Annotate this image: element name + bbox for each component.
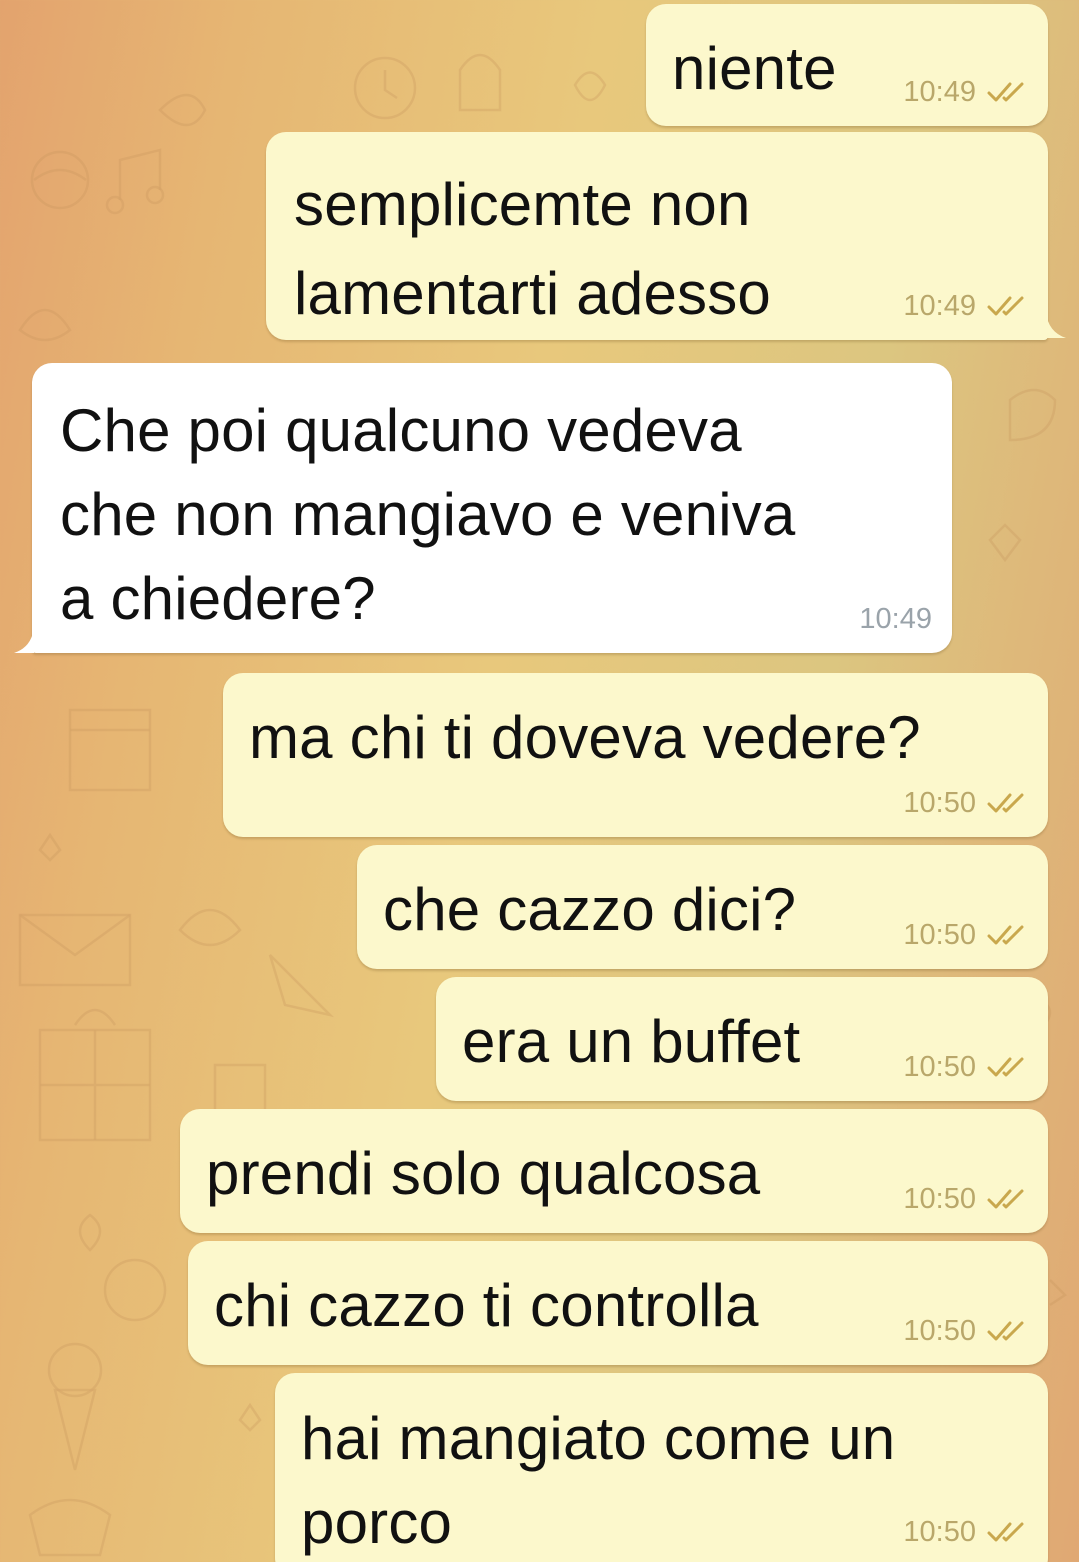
message-text: semplicemte non lamentarti adesso [294,171,771,327]
message-time: 10:50 [903,918,976,951]
message-bubble-incoming[interactable]: Che poi qualcuno vedeva che non mangiavo… [32,363,952,653]
double-check-icon [987,793,1024,813]
message-bubble-outgoing[interactable]: ma chi ti doveva vedere? 10:50 [223,673,1048,837]
bubble-tail [14,627,34,653]
message-text: hai mangiato come un porco [301,1405,896,1556]
message-meta: 10:49 [903,76,1028,108]
message-text: Che poi qualcuno vedeva che non mangiavo… [60,397,796,632]
message-bubble-outgoing[interactable]: hai mangiato come un porco 10:50 [275,1373,1048,1562]
message-time: 10:50 [903,1050,976,1083]
message-meta: 10:50 [903,919,1028,951]
message-time: 10:50 [903,1182,976,1215]
double-check-icon [987,925,1024,945]
message-bubble-outgoing[interactable]: prendi solo qualcosa 10:50 [180,1109,1048,1233]
message-text: ma chi ti doveva vedere? [249,704,921,771]
message-bubble-outgoing[interactable]: niente 10:49 [646,4,1048,126]
message-text: prendi solo qualcosa [206,1140,761,1207]
message-meta: 10:49 [903,290,1028,322]
double-check-icon [987,1189,1024,1209]
double-check-icon [987,1057,1024,1077]
message-bubble-outgoing[interactable]: che cazzo dici? 10:50 [357,845,1048,969]
message-text: che cazzo dici? [383,876,797,943]
message-text: era un buffet [462,1008,801,1075]
message-text: niente [672,35,837,102]
message-time: 10:50 [903,1515,976,1548]
double-check-icon [987,1321,1024,1341]
double-check-icon [987,1522,1024,1542]
message-bubble-outgoing[interactable]: chi cazzo ti controlla 10:50 [188,1241,1048,1365]
message-meta: 10:50 [903,787,1028,819]
message-bubble-outgoing[interactable]: era un buffet 10:50 [436,977,1048,1101]
message-meta: 10:50 [903,1315,1028,1347]
message-text: chi cazzo ti controlla [214,1272,759,1339]
double-check-icon [987,296,1024,316]
message-meta: 10:50 [903,1516,1028,1548]
message-time: 10:50 [903,1314,976,1347]
bubble-tail [1046,312,1066,338]
message-time: 10:50 [903,786,976,819]
message-meta: 10:50 [903,1183,1028,1215]
message-meta: 10:50 [903,1051,1028,1083]
message-time: 10:49 [859,602,932,635]
message-time: 10:49 [903,289,976,322]
double-check-icon [987,82,1024,102]
message-time: 10:49 [903,75,976,108]
message-meta: 10:49 [859,603,932,635]
message-bubble-outgoing[interactable]: semplicemte non lamentarti adesso 10:49 [266,132,1048,340]
